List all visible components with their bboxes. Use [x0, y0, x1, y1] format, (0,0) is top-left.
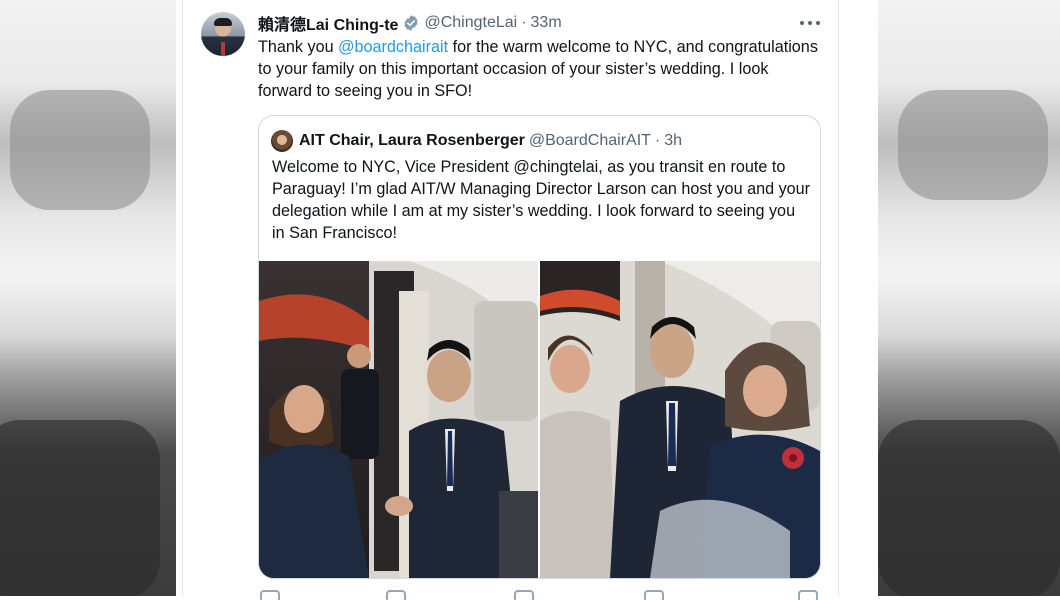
tweet-actions	[258, 586, 818, 600]
author-name[interactable]: 賴清德Lai Ching-te	[258, 11, 398, 35]
blurred-background-right	[878, 0, 1060, 596]
tweet-text: Thank you @boardchairait for the warm we…	[258, 36, 818, 102]
avatar[interactable]	[201, 12, 245, 56]
tweet-text-intro: Thank you	[258, 38, 339, 56]
avatar-tie	[221, 42, 225, 56]
quoted-author-name[interactable]: AIT Chair, Laura Rosenberger	[299, 132, 525, 150]
quoted-tweet[interactable]: AIT Chair, Laura Rosenberger @BoardChair…	[258, 115, 821, 579]
tweet-header: 賴清德Lai Ching-te @ChingteLai · 33m	[258, 12, 562, 34]
retweet-icon[interactable]	[386, 590, 406, 600]
quoted-tweet-text: Welcome to NYC, Vice President @chingtel…	[272, 158, 811, 242]
photo-handshake[interactable]	[259, 261, 538, 578]
more-options-icon[interactable]	[800, 14, 820, 32]
quoted-author-handle[interactable]: @BoardChairAIT	[529, 132, 651, 150]
author-handle[interactable]: @ChingteLai	[424, 14, 517, 32]
photo-group-image	[540, 261, 820, 578]
avatar-hair	[214, 18, 232, 26]
quoted-timestamp[interactable]: 3h	[664, 132, 682, 150]
share-icon[interactable]	[798, 590, 818, 600]
quoted-separator-dot: ·	[654, 132, 661, 149]
photo-group[interactable]	[540, 261, 820, 578]
verified-badge-icon[interactable]	[402, 14, 420, 32]
mention-link[interactable]: @boardchairait	[338, 38, 448, 56]
separator-dot: ·	[521, 14, 527, 31]
timestamp[interactable]: 33m	[531, 14, 562, 32]
quoted-avatar[interactable]	[271, 130, 293, 152]
photo-handshake-image	[259, 261, 538, 578]
like-icon[interactable]	[514, 590, 534, 600]
quoted-tweet-header: AIT Chair, Laura Rosenberger @BoardChair…	[299, 130, 682, 152]
views-icon[interactable]	[644, 590, 664, 600]
reply-icon[interactable]	[260, 590, 280, 600]
blurred-background-left	[0, 0, 176, 596]
